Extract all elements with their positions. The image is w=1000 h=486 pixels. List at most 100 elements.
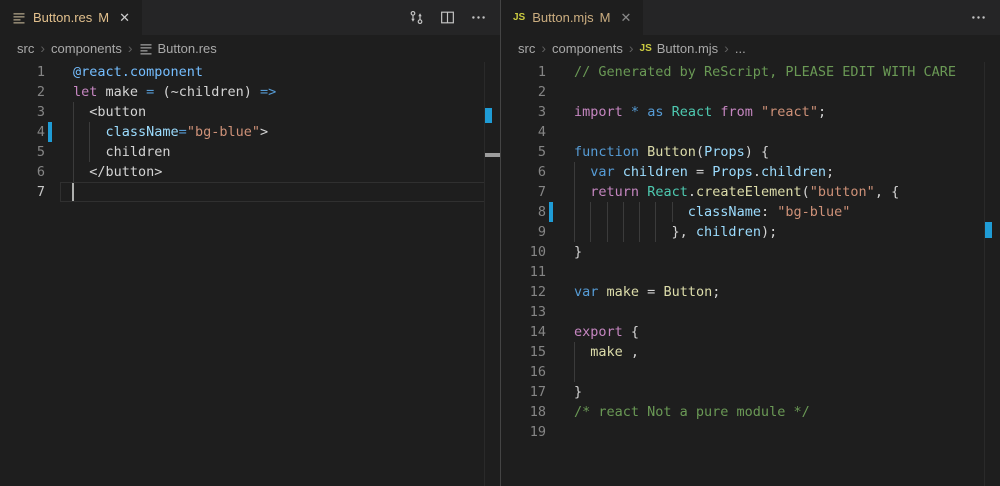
code-line[interactable]: 2let make = (~children) => (0, 82, 500, 102)
more-actions-icon (970, 9, 987, 26)
code-text: </button> (73, 162, 162, 182)
code-line[interactable]: 15 make , (501, 342, 1000, 362)
code-editor[interactable]: 1@react.component2let make = (~children)… (0, 62, 500, 486)
code-token (574, 184, 590, 200)
code-text: children (73, 142, 171, 162)
code-token (615, 164, 623, 180)
breadcrumb-item[interactable]: src (518, 41, 535, 56)
code-token: { (623, 324, 639, 340)
code-token: var (590, 164, 614, 180)
code-token (639, 104, 647, 120)
code-token: React (672, 104, 713, 120)
more-actions-button[interactable] (469, 9, 487, 27)
code-editor[interactable]: 1// Generated by ReScript, PLEASE EDIT W… (501, 62, 1000, 486)
line-number: 5 (501, 142, 546, 162)
breadcrumb: src›components›JSButton.mjs›... (501, 35, 1000, 62)
line-number: 6 (501, 162, 546, 182)
code-line[interactable]: 1// Generated by ReScript, PLEASE EDIT W… (501, 62, 1000, 82)
code-line[interactable]: 16 (501, 362, 1000, 382)
res-file-icon (12, 11, 26, 25)
breadcrumb-label: ... (735, 41, 746, 56)
code-line[interactable]: 8 className: "bg-blue" (501, 202, 1000, 222)
code-token: ); (761, 224, 777, 240)
code-line[interactable]: 5function Button(Props) { (501, 142, 1000, 162)
code-token: = (179, 124, 187, 140)
close-icon[interactable]: ✕ (621, 11, 632, 24)
line-number: 16 (501, 362, 546, 382)
code-token (639, 144, 647, 160)
code-token (639, 184, 647, 200)
breadcrumb-label: components (51, 41, 122, 56)
code-line[interactable]: 6 var children = Props.children; (501, 162, 1000, 182)
js-icon: JS (513, 12, 525, 23)
code-token: createElement (696, 184, 802, 200)
line-number: 12 (501, 282, 546, 302)
ruler-modified-mark (985, 222, 992, 238)
line-number: 8 (501, 202, 546, 222)
code-line[interactable]: 13 (501, 302, 1000, 322)
code-line[interactable]: 7 (0, 182, 500, 202)
code-line[interactable]: 3import * as React from "react"; (501, 102, 1000, 122)
code-token: * (631, 104, 639, 120)
breadcrumb-item[interactable]: components (51, 41, 122, 56)
code-line[interactable]: 7 return React.createElement("button", { (501, 182, 1000, 202)
code-line[interactable]: 6 </button> (0, 162, 500, 182)
code-token: : (761, 204, 777, 220)
code-token (753, 104, 761, 120)
line-number: 9 (501, 222, 546, 242)
breadcrumb-item[interactable]: components (552, 41, 623, 56)
code-line[interactable]: 4 (501, 122, 1000, 142)
code-text: className="bg-blue"> (73, 122, 268, 142)
code-line[interactable]: 14export { (501, 322, 1000, 342)
code-line[interactable]: 12var make = Button; (501, 282, 1000, 302)
code-line[interactable]: 19 (501, 422, 1000, 442)
line-number: 7 (501, 182, 546, 202)
code-text: }, children); (574, 222, 777, 242)
code-line[interactable]: 3 <button (0, 102, 500, 122)
gutter-modified-indicator (48, 122, 52, 142)
vscode-window: Button.resM✕src›components›Button.res1@r… (0, 0, 1000, 486)
code-token: className (688, 204, 761, 220)
editor-tab[interactable]: JSButton.mjsM✕ (501, 0, 643, 35)
code-line[interactable]: 9 }, children); (501, 222, 1000, 242)
line-number: 5 (0, 142, 45, 162)
code-line[interactable]: 5 children (0, 142, 500, 162)
editor-tab[interactable]: Button.resM✕ (0, 0, 142, 35)
more-actions-button[interactable] (969, 9, 987, 27)
line-number: 11 (501, 262, 546, 282)
code-text: return React.createElement("button", { (574, 182, 899, 202)
code-token: var (574, 284, 598, 300)
tab-actions (969, 0, 987, 35)
split-editor-icon (439, 9, 456, 26)
line-number: 1 (0, 62, 45, 82)
code-token: ( (696, 144, 704, 160)
line-number: 2 (501, 82, 546, 102)
overview-ruler[interactable] (484, 62, 500, 486)
close-icon[interactable]: ✕ (119, 11, 130, 24)
code-text: make , (574, 342, 639, 362)
code-token: let (73, 84, 97, 100)
tab-label: Button.res (33, 10, 92, 25)
code-line[interactable]: 11 (501, 262, 1000, 282)
code-token: as (647, 104, 663, 120)
code-line[interactable]: 10} (501, 242, 1000, 262)
code-line[interactable]: 1@react.component (0, 62, 500, 82)
breadcrumb-item[interactable]: ... (735, 41, 746, 56)
tab-bar: JSButton.mjsM✕ (501, 0, 1000, 35)
code-line[interactable]: 18/* react Not a pure module */ (501, 402, 1000, 422)
code-line[interactable]: 4 className="bg-blue"> (0, 122, 500, 142)
split-editor-button[interactable] (438, 9, 456, 27)
code-text: var children = Props.children; (574, 162, 834, 182)
breadcrumb-label: Button.mjs (657, 41, 718, 56)
overview-ruler[interactable] (984, 62, 1000, 486)
compare-changes-icon (408, 9, 425, 26)
breadcrumb-item[interactable]: Button.res (139, 41, 217, 56)
line-number: 7 (0, 182, 45, 202)
code-line[interactable]: 17} (501, 382, 1000, 402)
code-token (598, 284, 606, 300)
line-number: 3 (501, 102, 546, 122)
open-changes-button[interactable] (407, 9, 425, 27)
breadcrumb-item[interactable]: src (17, 41, 34, 56)
breadcrumb-item[interactable]: JSButton.mjs (640, 41, 719, 56)
code-line[interactable]: 2 (501, 82, 1000, 102)
